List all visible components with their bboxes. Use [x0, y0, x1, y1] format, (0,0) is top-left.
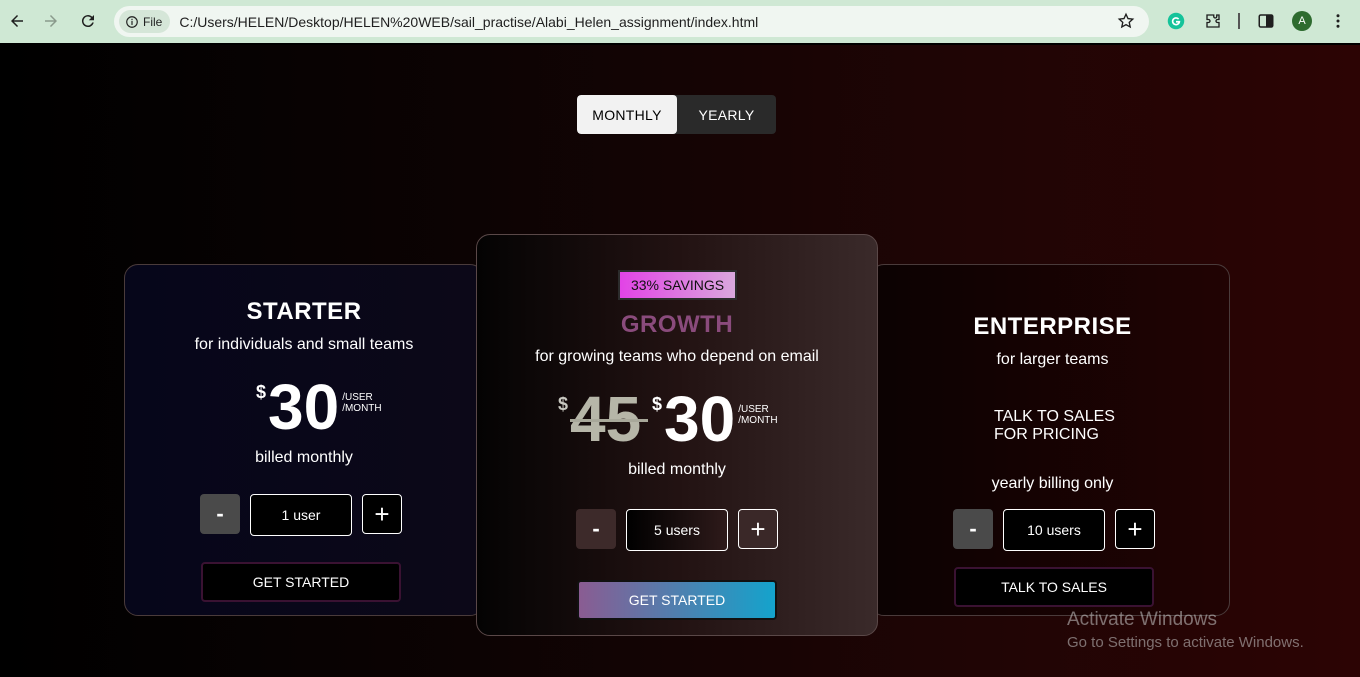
grammarly-logo	[1167, 12, 1185, 30]
side-panel-icon[interactable]	[1256, 11, 1276, 31]
address-bar[interactable]: File C:/Users/HELEN/Desktop/HELEN%20WEB/…	[114, 6, 1149, 37]
profile-avatar[interactable]: A	[1292, 11, 1312, 31]
starter-users-input[interactable]: 1 user	[250, 494, 352, 536]
starter-unit-month: /MONTH	[342, 403, 382, 414]
arrow-left-icon	[11, 15, 23, 27]
site-info-chip[interactable]: File	[119, 10, 171, 33]
grammarly-extension-icon[interactable]	[1166, 11, 1186, 31]
growth-old-currency: $	[558, 394, 569, 414]
monthly-toggle-button[interactable]: MONTHLY	[577, 95, 677, 134]
forward-button[interactable]	[40, 10, 62, 32]
starter-unit-user: /USER	[342, 392, 373, 403]
url-text[interactable]: C:/Users/HELEN/Desktop/HELEN%20WEB/sail_…	[179, 14, 758, 30]
starter-billing-note: billed monthly	[255, 449, 353, 466]
growth-price-unit: /USER /MONTH	[738, 404, 777, 426]
enterprise-subtitle: for larger teams	[996, 351, 1109, 368]
info-icon	[126, 15, 138, 28]
growth-currency: $	[652, 394, 663, 414]
starter-price-amount: 30	[268, 371, 340, 443]
enterprise-pricing-line1: TALK TO SALES	[994, 408, 1115, 425]
growth-increment-button[interactable]: +	[738, 509, 778, 549]
enterprise-title: ENTERPRISE	[973, 313, 1132, 340]
growth-price-amount: 30	[664, 383, 736, 455]
starter-price-unit: /USER /MONTH	[342, 392, 381, 414]
yearly-toggle-button[interactable]: YEARLY	[677, 95, 776, 134]
starter-price: $ 30 /USER /MONTH	[256, 371, 382, 443]
savings-badge: 33% SAVINGS	[618, 270, 737, 300]
starter-decrement-button[interactable]: -	[200, 494, 240, 534]
starter-title: STARTER	[246, 298, 362, 325]
enterprise-increment-button[interactable]: +	[1115, 509, 1155, 549]
starter-get-started-button[interactable]: GET STARTED	[201, 562, 401, 602]
billing-toggle: MONTHLY YEARLY	[577, 95, 776, 134]
browser-toolbar: File C:/Users/HELEN/Desktop/HELEN%20WEB/…	[0, 0, 1360, 43]
reload-button[interactable]	[77, 10, 99, 32]
growth-price: $ 30 /USER /MONTH	[652, 383, 778, 455]
enterprise-billing-note: yearly billing only	[991, 475, 1114, 492]
starter-increment-button[interactable]: +	[362, 494, 402, 534]
enterprise-decrement-button[interactable]: -	[953, 509, 993, 549]
enterprise-pricing-line2: FOR PRICING	[994, 426, 1099, 443]
pricing-page: MONTHLY YEARLY STARTER for individuals a…	[0, 45, 1360, 677]
growth-unit-month: /MONTH	[738, 415, 778, 426]
starter-currency: $	[256, 382, 267, 402]
arrow-right-icon	[45, 15, 57, 27]
file-label: File	[143, 14, 163, 29]
growth-get-started-button[interactable]: GET STARTED	[577, 580, 777, 620]
growth-plan-card: 33% SAVINGS GROWTH for growing teams who…	[476, 234, 878, 636]
back-button[interactable]	[6, 10, 28, 32]
enterprise-pricing-note: TALK TO SALES FOR PRICING	[994, 408, 1115, 444]
starter-plan-card: STARTER for individuals and small teams …	[124, 264, 484, 616]
growth-title: GROWTH	[620, 311, 734, 338]
three-dots-glyph	[1336, 14, 1340, 28]
activate-windows-subtitle: Go to Settings to activate Windows.	[1067, 634, 1304, 651]
kebab-menu-icon[interactable]	[1328, 11, 1348, 31]
puzzle-glyph	[1206, 14, 1220, 28]
reload-icon	[81, 15, 94, 28]
strikethrough-line	[570, 419, 648, 422]
growth-users-input[interactable]: 5 users	[626, 509, 728, 551]
starter-subtitle: for individuals and small teams	[194, 336, 414, 353]
enterprise-talk-to-sales-button[interactable]: TALK TO SALES	[954, 567, 1154, 607]
extensions-puzzle-icon[interactable]	[1203, 11, 1223, 31]
activate-windows-title: Activate Windows	[1067, 609, 1217, 630]
toolbar-divider	[1238, 13, 1240, 29]
growth-unit-user: /USER	[738, 404, 769, 415]
growth-billing-note: billed monthly	[628, 461, 726, 478]
enterprise-users-input[interactable]: 10 users	[1003, 509, 1105, 551]
growth-decrement-button[interactable]: -	[576, 509, 616, 549]
side-panel-glyph	[1258, 14, 1274, 28]
growth-subtitle: for growing teams who depend on email	[535, 348, 819, 365]
bookmark-star-icon[interactable]	[1117, 12, 1135, 30]
